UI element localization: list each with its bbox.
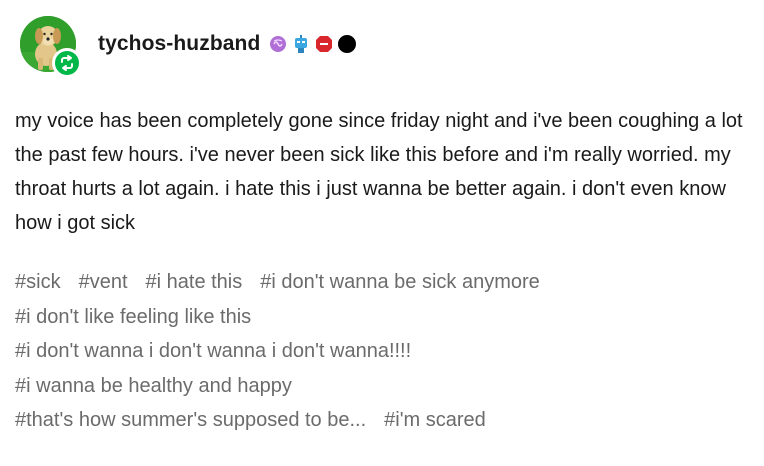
tag-link[interactable]: #i wanna be healthy and happy bbox=[15, 369, 292, 404]
tag-line: #that's how summer's supposed to be... #i… bbox=[15, 403, 745, 438]
tag-line: #i don't like feeling like this bbox=[15, 300, 745, 335]
tag-link[interactable]: #i hate this bbox=[146, 265, 243, 300]
user-badges bbox=[268, 34, 357, 54]
post-username[interactable]: tychos-huzband bbox=[98, 32, 260, 56]
post-header: tychos-huzband bbox=[20, 12, 357, 78]
avatar-container[interactable] bbox=[20, 16, 82, 78]
tag-line: #i don't wanna i don't wanna i don't wan… bbox=[15, 334, 745, 369]
tag-link[interactable]: #i don't wanna be sick anymore bbox=[260, 265, 540, 300]
tag-link[interactable]: #sick bbox=[15, 265, 61, 300]
tag-line: #i wanna be healthy and happy bbox=[15, 369, 745, 404]
tag-link[interactable]: #vent bbox=[79, 265, 128, 300]
tag-link[interactable]: #i don't like feeling like this bbox=[15, 300, 251, 335]
reblog-badge[interactable] bbox=[52, 48, 82, 78]
tag-line: #sick #vent #i hate this #i don't wanna be … bbox=[15, 265, 745, 300]
post-tags: #sick #vent #i hate this #i don't wanna be … bbox=[15, 265, 745, 438]
red-stop-sign-badge-icon bbox=[314, 34, 334, 54]
post-body-text: my voice has been completely gone since … bbox=[15, 110, 743, 234]
reblog-icon bbox=[61, 55, 73, 71]
black-circle-badge-icon bbox=[337, 34, 357, 54]
purple-brain-badge-icon bbox=[268, 34, 288, 54]
tag-link[interactable]: #i'm scared bbox=[384, 403, 486, 438]
tag-link[interactable]: #i don't wanna i don't wanna i don't wan… bbox=[15, 334, 411, 369]
tag-link[interactable]: #that's how summer's supposed to be... bbox=[15, 403, 366, 438]
post-card: tychos-huzband my voice has been complet… bbox=[0, 0, 764, 466]
blue-robot-badge-icon bbox=[291, 34, 311, 54]
